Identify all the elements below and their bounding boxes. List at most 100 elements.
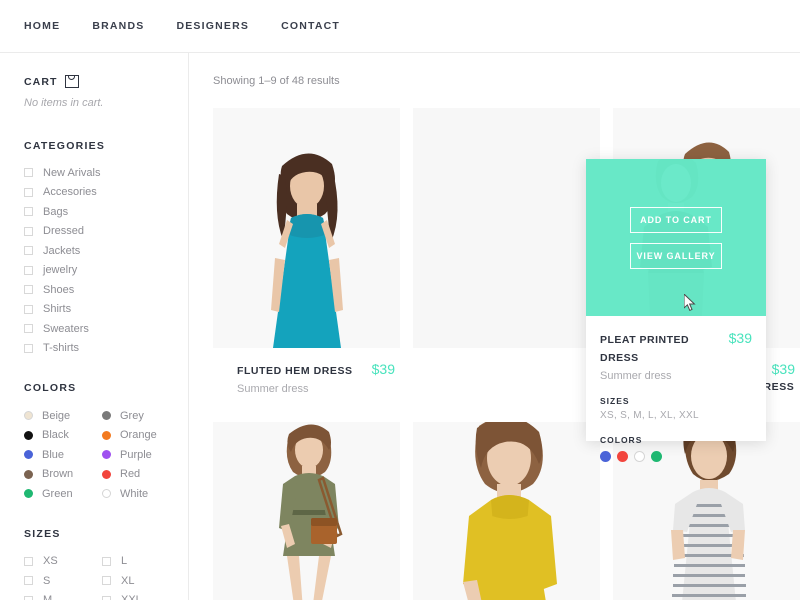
color-filter-row[interactable]: Orange — [102, 426, 180, 446]
color-label: Blue — [42, 448, 65, 461]
product-image-hovered[interactable]: ADD TO CART VIEW GALLERY — [586, 159, 766, 316]
product-card-hovered-pleat-printed-dress[interactable]: ADD TO CART VIEW GALLERY $39 PLEAT PRINT… — [586, 159, 766, 462]
color-swatch[interactable] — [24, 450, 33, 460]
color-filter-row[interactable]: Green — [24, 484, 102, 504]
size-checkbox[interactable] — [102, 556, 111, 566]
product-name[interactable]: FLUTED HEM DRESS — [237, 365, 353, 377]
product-card-pleat-printed-dress-slot[interactable] — [413, 108, 613, 411]
size-checkbox[interactable] — [24, 595, 33, 600]
size-label: XS — [43, 555, 58, 568]
category-checkbox[interactable] — [24, 343, 33, 353]
color-swatch[interactable] — [617, 451, 628, 462]
color-swatch[interactable] — [651, 451, 662, 462]
hover-action-overlay: ADD TO CART VIEW GALLERY — [586, 159, 766, 316]
category-checkbox[interactable] — [24, 168, 33, 178]
product-subtitle: Summer dress — [237, 383, 309, 395]
size-filter-row[interactable]: XL — [102, 571, 180, 591]
category-label: Dressed — [43, 225, 84, 238]
color-filter-row[interactable]: Black — [24, 426, 102, 446]
colors-heading: COLORS — [24, 382, 77, 394]
size-checkbox[interactable] — [102, 595, 111, 600]
product-card-row2-1[interactable] — [213, 422, 413, 600]
size-filter-row[interactable]: XXL — [102, 591, 180, 600]
color-filter-row[interactable]: Grey — [102, 406, 180, 426]
color-filter-row[interactable]: White — [102, 484, 180, 504]
category-label: Shoes — [43, 283, 75, 296]
color-swatch[interactable] — [102, 430, 111, 440]
product-card-row2-2[interactable] — [413, 422, 613, 600]
size-label: XXL — [121, 594, 142, 600]
size-label: S — [43, 574, 51, 587]
size-checkbox[interactable] — [24, 556, 33, 566]
color-filter-row[interactable]: Purple — [102, 445, 180, 465]
category-checkbox[interactable] — [24, 246, 33, 256]
color-filter-row[interactable]: Red — [102, 465, 180, 485]
size-filter-row[interactable]: XS — [24, 552, 102, 572]
add-to-cart-button[interactable]: ADD TO CART — [630, 206, 722, 233]
category-checkbox[interactable] — [24, 265, 33, 275]
color-swatch[interactable] — [634, 451, 645, 462]
size-filter-row[interactable]: L — [102, 552, 180, 572]
color-swatch[interactable] — [102, 411, 111, 421]
category-filter-row[interactable]: New Arivals — [24, 163, 188, 183]
product-image[interactable] — [413, 422, 600, 600]
size-checkbox[interactable] — [24, 576, 33, 586]
product-image[interactable] — [213, 422, 400, 600]
nav-item-brands[interactable]: BRANDS — [92, 20, 144, 32]
category-filter-row[interactable]: Dressed — [24, 222, 188, 242]
sizes-label: SIZES — [600, 396, 630, 406]
color-swatch[interactable] — [102, 469, 111, 479]
category-filter-row[interactable]: jewelry — [24, 261, 188, 281]
color-filter-row[interactable]: Brown — [24, 465, 102, 485]
category-checkbox[interactable] — [24, 324, 33, 334]
color-swatch[interactable] — [102, 450, 111, 460]
color-swatch[interactable] — [24, 430, 33, 440]
category-filter-row[interactable]: Jackets — [24, 241, 188, 261]
size-filter-row[interactable]: M — [24, 591, 102, 600]
product-meta: $39 FLUTED HEM DRESS Summer dress — [213, 348, 413, 395]
category-filter-row[interactable]: Bags — [24, 202, 188, 222]
color-swatch[interactable] — [24, 411, 33, 421]
sizes-heading: SIZES — [24, 527, 61, 540]
category-label: Bags — [43, 205, 69, 218]
categories-list: New Arivals Accesories Bags Dressed Jackets j… — [24, 163, 188, 358]
category-checkbox[interactable] — [24, 187, 33, 197]
nav-item-home[interactable]: HOME — [24, 20, 60, 32]
nav-item-contact[interactable]: CONTACT — [281, 20, 340, 32]
category-filter-row[interactable]: Shirts — [24, 300, 188, 320]
category-filter-row[interactable]: Sweaters — [24, 319, 188, 339]
product-image[interactable] — [413, 108, 600, 348]
category-checkbox[interactable] — [24, 207, 33, 217]
color-label: Purple — [120, 448, 152, 461]
category-checkbox[interactable] — [24, 226, 33, 236]
product-card-fluted-hem-dress[interactable]: $39 FLUTED HEM DRESS Summer dress — [213, 108, 413, 411]
page-root: HOME BRANDS DESIGNERS CONTACT CART No it… — [0, 0, 800, 600]
cart-widget[interactable]: CART — [24, 75, 188, 88]
color-filter-row[interactable]: Blue — [24, 445, 102, 465]
category-filter-row[interactable]: Shoes — [24, 280, 188, 300]
color-swatch[interactable] — [102, 489, 111, 499]
sizes-list-left: XS S M — [24, 552, 102, 600]
color-swatch-list — [600, 451, 752, 462]
category-checkbox[interactable] — [24, 285, 33, 295]
color-swatch[interactable] — [24, 489, 33, 499]
color-label: Grey — [120, 409, 144, 422]
nav-item-designers[interactable]: DESIGNERS — [176, 20, 249, 32]
size-checkbox[interactable] — [102, 576, 111, 586]
category-filter-row[interactable]: T-shirts — [24, 339, 188, 359]
category-checkbox[interactable] — [24, 304, 33, 314]
size-filter-row[interactable]: S — [24, 571, 102, 591]
view-gallery-button[interactable]: VIEW GALLERY — [630, 242, 722, 269]
color-label: Black — [42, 429, 69, 442]
color-filter-row[interactable]: Beige — [24, 406, 102, 426]
model-photo-yellow-dress — [413, 422, 600, 600]
category-filter-row[interactable]: Accesories — [24, 183, 188, 203]
category-label: Shirts — [43, 303, 72, 316]
product-name[interactable]: PLEAT PRINTED DRESS — [600, 334, 689, 364]
color-label: Beige — [42, 409, 71, 422]
sidebar-filters: CART No items in cart. CATEGORIES New Ar… — [0, 53, 189, 600]
color-swatch[interactable] — [24, 469, 33, 479]
product-subtitle: Summer dress — [600, 370, 672, 382]
product-image[interactable] — [213, 108, 400, 348]
color-swatch[interactable] — [600, 451, 611, 462]
